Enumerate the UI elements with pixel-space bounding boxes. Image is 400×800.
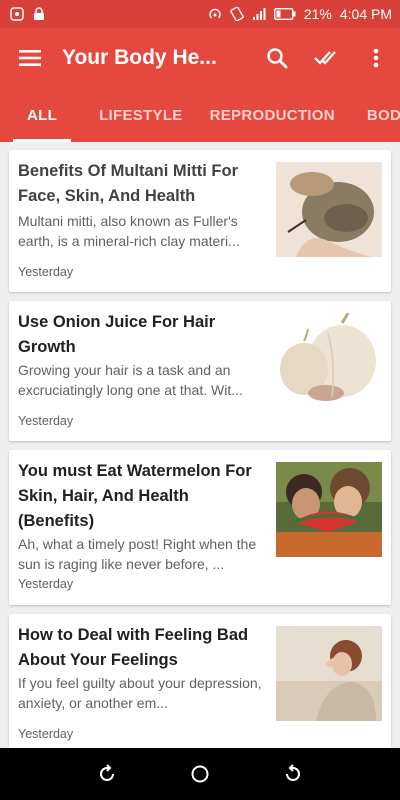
article-excerpt: Growing your hair is a task and an excru… [18, 362, 243, 398]
article-title: You must Eat Watermelon For Skin, Hair, … [18, 462, 252, 530]
article-excerpt: If you feel guilty about your depression… [18, 675, 262, 711]
tab-lifestyle[interactable]: LIFESTYLE [99, 88, 183, 142]
article-excerpt: Multani mitti, also known as Fuller's ea… [18, 213, 240, 249]
app-title: Your Body He... [62, 46, 217, 69]
status-bar: 21% 4:04 PM [0, 0, 400, 28]
clock: 4:04 PM [339, 6, 392, 22]
article-title: Benefits Of Multani Mitti For Face, Skin… [18, 162, 238, 205]
navigation-bar [0, 748, 400, 800]
signal-icon [252, 8, 266, 20]
hotspot-icon [209, 8, 221, 19]
article-time: Yesterday [18, 265, 74, 279]
article-title: How to Deal with Feeling Bad About Your … [18, 626, 249, 669]
more-options-button[interactable] [352, 28, 400, 88]
rotation-icon [230, 7, 244, 21]
article-excerpt: Ah, what a timely post! Right when the s… [18, 536, 257, 572]
tab-body[interactable]: BODY [367, 88, 400, 142]
back-icon[interactable] [283, 764, 303, 784]
home-icon[interactable] [190, 764, 210, 784]
article-time: Yesterday [18, 577, 74, 591]
search-icon [267, 48, 288, 69]
lock-icon [34, 7, 44, 20]
article-card[interactable]: Benefits Of Multani Mitti For Face, Skin… [9, 150, 391, 292]
recents-icon[interactable] [97, 764, 117, 784]
mark-all-read-button[interactable] [302, 28, 352, 88]
article-thumbnail [276, 162, 382, 257]
menu-button[interactable] [0, 28, 60, 88]
article-card[interactable]: How to Deal with Feeling Bad About Your … [9, 614, 391, 748]
article-title: Use Onion Juice For Hair Growth [18, 313, 216, 356]
media-notification-icon [10, 7, 24, 21]
tab-all[interactable]: ALL [12, 88, 72, 142]
article-thumbnail [276, 626, 382, 721]
battery-percent: 21% [303, 6, 332, 22]
more-vert-icon [373, 48, 379, 68]
category-tabs: ALL LIFESTYLE REPRODUCTION BODY [0, 88, 400, 142]
article-list[interactable]: Benefits Of Multani Mitti For Face, Skin… [0, 142, 400, 748]
menu-icon [19, 50, 41, 66]
article-time: Yesterday [18, 727, 74, 741]
battery-icon [273, 8, 296, 20]
article-card[interactable]: Use Onion Juice For Hair Growth Growing … [9, 301, 391, 441]
app-bar: Your Body He... [0, 28, 400, 88]
article-thumbnail [276, 462, 382, 557]
article-time: Yesterday [18, 414, 74, 428]
search-button[interactable] [252, 28, 302, 88]
article-thumbnail [276, 313, 382, 408]
double-check-icon [314, 51, 336, 65]
tab-reproduction[interactable]: REPRODUCTION [210, 88, 335, 142]
article-card[interactable]: You must Eat Watermelon For Skin, Hair, … [9, 450, 391, 605]
